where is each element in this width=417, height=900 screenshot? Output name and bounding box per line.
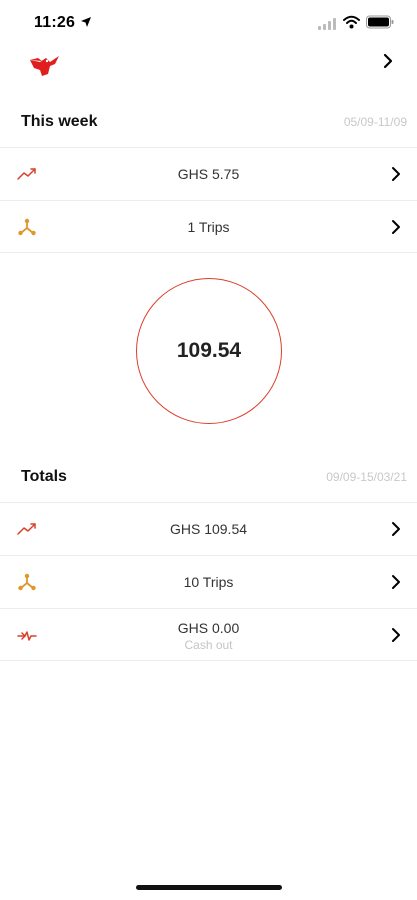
home-indicator[interactable] xyxy=(136,885,282,890)
week-earnings-row[interactable]: GHS 5.75 xyxy=(0,147,417,200)
wifi-icon xyxy=(343,15,360,29)
top-bar xyxy=(0,44,417,90)
cellular-signal-icon xyxy=(318,18,336,30)
chevron-right-icon xyxy=(392,522,400,536)
row-label: GHS 5.75 xyxy=(177,166,240,182)
totals-header: Totals 09/09-15/03/21 xyxy=(0,450,417,502)
week-trips-row[interactable]: 1 Trips xyxy=(0,200,417,253)
row-label: 10 Trips xyxy=(183,574,234,590)
status-bar: 11:26 xyxy=(0,0,417,44)
chevron-right-icon xyxy=(392,575,400,589)
this-week-header: This week 05/09-11/09 xyxy=(0,95,417,147)
chevron-right-icon xyxy=(392,628,400,642)
battery-icon xyxy=(366,15,394,29)
cash-out-row[interactable]: GHS 0.00 Cash out xyxy=(0,608,417,661)
section-title: This week xyxy=(21,113,98,130)
chevron-right-icon xyxy=(392,167,400,181)
row-sublabel: Cash out xyxy=(184,638,233,652)
total-trips-row[interactable]: 10 Trips xyxy=(0,555,417,608)
total-earnings-row[interactable]: GHS 109.54 xyxy=(0,502,417,555)
summary-circle: 109.54 xyxy=(136,278,282,424)
row-label: GHS 0.00 xyxy=(177,620,240,636)
status-time: 11:26 xyxy=(34,14,76,31)
date-range: 05/09-11/09 xyxy=(343,115,407,129)
date-range: 09/09-15/03/21 xyxy=(326,470,407,484)
bird-logo-icon xyxy=(30,56,59,76)
location-arrow-icon xyxy=(81,17,91,27)
row-label: 1 Trips xyxy=(187,219,230,235)
section-title: Totals xyxy=(21,468,67,485)
row-label: GHS 109.54 xyxy=(169,521,248,537)
summary-value: 109.54 xyxy=(176,339,242,362)
chevron-right-icon[interactable] xyxy=(380,52,396,70)
chevron-right-icon xyxy=(392,220,400,234)
